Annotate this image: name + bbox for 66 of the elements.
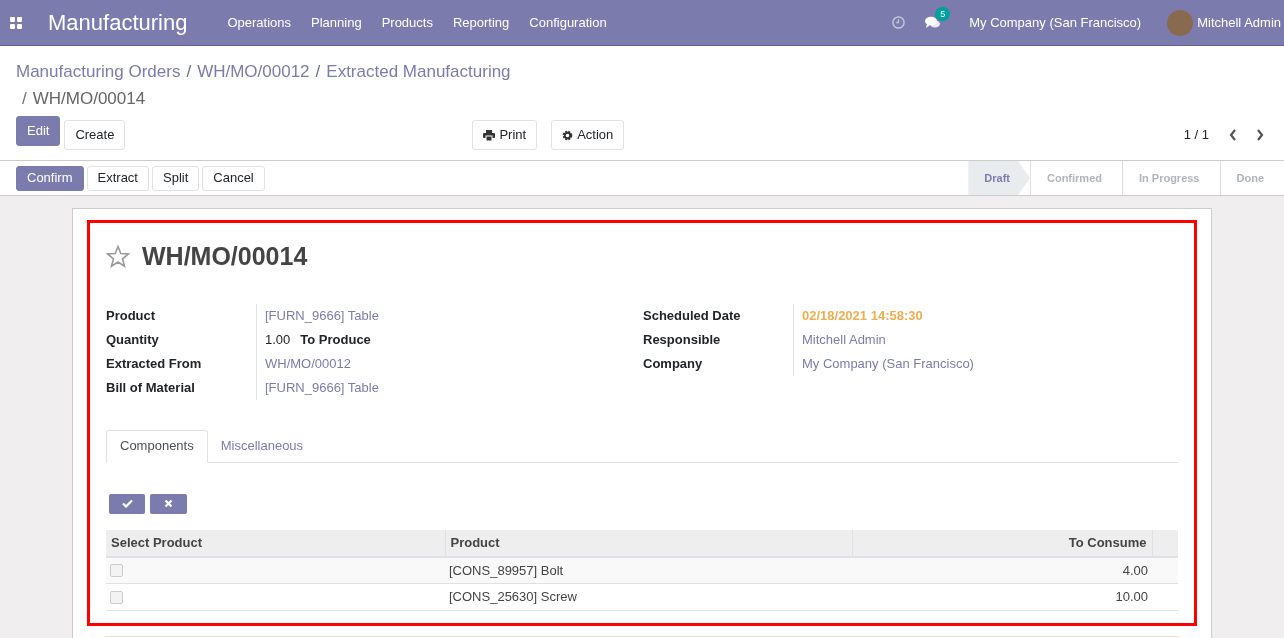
clock-icon[interactable] bbox=[892, 16, 906, 29]
action-button[interactable]: Action bbox=[551, 120, 625, 150]
toolbar-button[interactable]: Extract bbox=[86, 165, 149, 191]
breadcrumb-link[interactable]: Extracted Manufacturing bbox=[326, 58, 511, 85]
toolbar-button[interactable]: Split bbox=[152, 165, 200, 191]
menu-item[interactable]: Configuration bbox=[529, 12, 607, 33]
table-cell: 10.00 bbox=[852, 583, 1152, 611]
breadcrumb-separator: / bbox=[315, 61, 321, 83]
table-cell: [CONS_25630] Screw bbox=[445, 583, 852, 611]
breadcrumb-current: WH/MO/00014 bbox=[32, 88, 146, 110]
column-header[interactable]: To Consume bbox=[852, 529, 1152, 557]
check-icon bbox=[121, 499, 133, 508]
row-checkbox[interactable] bbox=[110, 563, 123, 577]
create-button[interactable]: Create bbox=[64, 120, 126, 150]
breadcrumb-link[interactable]: Manufacturing Orders bbox=[16, 58, 181, 85]
menu-item[interactable]: Products bbox=[381, 12, 433, 33]
field-link[interactable]: Mitchell Admin bbox=[802, 329, 886, 350]
breadcrumb-link[interactable]: WH/MO/00012 bbox=[197, 58, 310, 85]
select-all-button[interactable] bbox=[109, 493, 145, 514]
printer-icon bbox=[483, 129, 496, 141]
menu-item[interactable]: Reporting bbox=[452, 12, 510, 33]
menu-item[interactable]: Operations bbox=[227, 12, 291, 33]
status-stage[interactable]: Draft bbox=[968, 161, 1030, 195]
chevron-left-icon[interactable] bbox=[1229, 129, 1237, 141]
notification-badge: 5 bbox=[935, 6, 951, 21]
field-label: Responsible bbox=[643, 330, 722, 349]
field-unit: To Produce bbox=[300, 330, 371, 349]
field-link[interactable]: [FURN_9666] Table bbox=[265, 305, 379, 326]
field-label: Extracted From bbox=[106, 354, 203, 373]
chevron-right-icon[interactable] bbox=[1256, 129, 1264, 141]
field-link[interactable]: [FURN_9666] Table bbox=[265, 377, 379, 398]
close-icon bbox=[164, 499, 173, 508]
column-header[interactable]: Product bbox=[445, 529, 852, 557]
field-value: 02/18/2021 14:58:30 bbox=[802, 306, 923, 325]
field-link[interactable]: WH/MO/00012 bbox=[265, 353, 351, 374]
print-button[interactable]: Print bbox=[472, 120, 538, 150]
field-link[interactable]: My Company (San Francisco) bbox=[802, 353, 974, 374]
deselect-all-button[interactable] bbox=[150, 493, 187, 514]
tab[interactable]: Components bbox=[106, 429, 208, 463]
star-icon[interactable] bbox=[106, 245, 130, 269]
gear-icon bbox=[562, 129, 574, 141]
field-label: Bill of Material bbox=[106, 378, 196, 397]
record-title: WH/MO/00014 bbox=[142, 241, 308, 272]
table-cell: [CONS_89957] Bolt bbox=[445, 556, 852, 584]
toolbar-button[interactable]: Confirm bbox=[16, 165, 84, 191]
chat-icon[interactable] bbox=[925, 15, 942, 30]
company-switcher[interactable]: My Company (San Francisco) bbox=[969, 12, 1142, 33]
field-label: Quantity bbox=[106, 330, 160, 349]
breadcrumb-separator: / bbox=[186, 61, 192, 83]
column-header[interactable]: Select Product bbox=[106, 529, 445, 557]
pager-value: 1 / 1 bbox=[1183, 126, 1209, 145]
apps-grid-icon[interactable] bbox=[10, 16, 22, 29]
toolbar-button[interactable]: Cancel bbox=[202, 165, 265, 191]
table-cell: 4.00 bbox=[852, 556, 1152, 584]
edit-button[interactable]: Edit bbox=[16, 116, 61, 146]
field-label: Product bbox=[106, 306, 157, 325]
user-menu[interactable]: Mitchell Admin bbox=[1197, 12, 1281, 33]
row-checkbox[interactable] bbox=[110, 590, 123, 604]
app-title[interactable]: Manufacturing bbox=[48, 6, 188, 39]
field-label: Company bbox=[643, 354, 704, 373]
avatar bbox=[1167, 9, 1194, 36]
menu-item[interactable]: Planning bbox=[311, 12, 362, 33]
tab[interactable]: Miscellaneous bbox=[207, 429, 317, 463]
breadcrumb-separator: / bbox=[22, 88, 27, 110]
field-value: 1.00 bbox=[265, 330, 291, 349]
field-label: Scheduled Date bbox=[643, 306, 742, 325]
